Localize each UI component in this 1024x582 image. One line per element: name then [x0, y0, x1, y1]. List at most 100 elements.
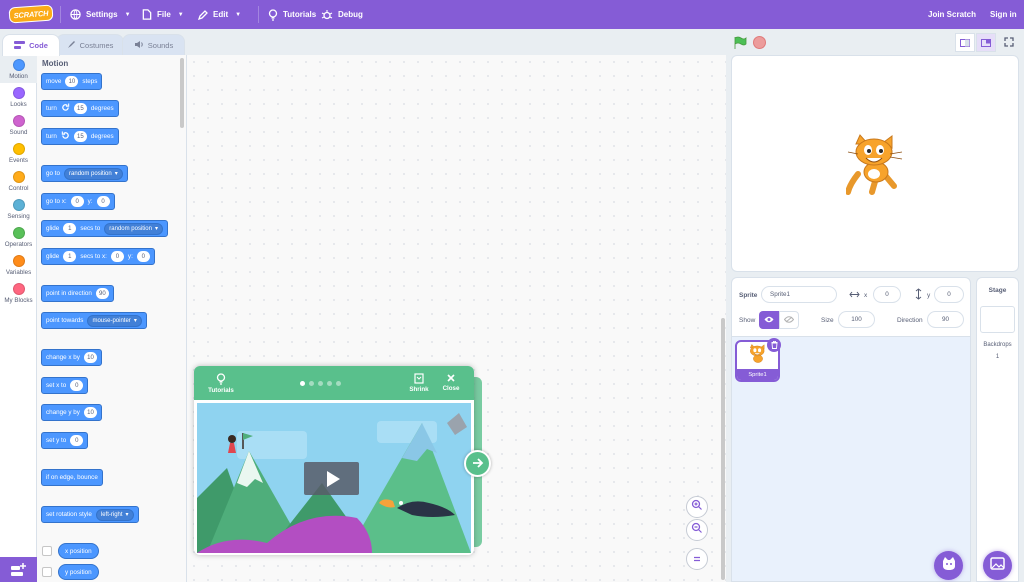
block-change-y[interactable]: change y by 10 — [41, 404, 102, 421]
scratch-logo[interactable]: SCRATCH — [8, 4, 54, 24]
direction-input[interactable]: 90 — [927, 311, 964, 328]
step-dot[interactable] — [336, 381, 341, 386]
block-point-direction[interactable]: point in direction 90 — [41, 285, 114, 302]
delete-sprite-button[interactable] — [767, 338, 781, 352]
next-step-button[interactable] — [464, 450, 491, 477]
block-dropdown[interactable]: random position ▾ — [104, 222, 163, 235]
edit-menu[interactable]: Edit ▼ — [198, 0, 241, 29]
direction-label: Direction — [897, 317, 923, 324]
category-motion[interactable]: Motion — [0, 55, 37, 83]
block-turn-right[interactable]: turn 15 degrees — [41, 100, 119, 117]
tab-costumes[interactable]: Costumes — [56, 34, 124, 56]
fullscreen-button[interactable] — [999, 33, 1019, 52]
category-looks[interactable]: Looks — [0, 83, 37, 111]
step-dot[interactable] — [318, 381, 323, 386]
step-dot[interactable] — [327, 381, 332, 386]
zoom-reset-button[interactable] — [686, 548, 708, 570]
join-scratch-link[interactable]: Join Scratch — [928, 0, 976, 29]
x-input[interactable]: 0 — [873, 286, 901, 303]
block-text: steps — [82, 78, 98, 85]
tab-code[interactable]: Code — [2, 34, 60, 56]
block-text: secs to x: — [80, 253, 107, 260]
close-button[interactable]: Close — [440, 373, 462, 392]
block-dropdown[interactable]: mouse-pointer ▾ — [87, 314, 142, 327]
hide-sprite-button[interactable] — [779, 311, 799, 329]
block-input[interactable]: 0 — [70, 435, 84, 446]
debug-label: Debug — [338, 10, 363, 19]
normal-stage-button[interactable] — [976, 33, 996, 52]
y-input[interactable]: 0 — [934, 286, 964, 303]
block-glide-to[interactable]: glide 1 secs to random position ▾ — [41, 220, 168, 237]
block-rotation-style[interactable]: set rotation style left-right ▾ — [41, 506, 139, 523]
block-input[interactable]: 0 — [110, 251, 124, 262]
add-extension-button[interactable] — [0, 557, 37, 582]
block-set-y[interactable]: set y to 0 — [41, 432, 89, 449]
block-input[interactable]: 0 — [70, 380, 84, 391]
block-input[interactable]: 15 — [73, 131, 87, 142]
block-x-position[interactable]: x position — [58, 543, 99, 559]
block-dropdown[interactable]: random position ▾ — [64, 167, 123, 180]
category-my-blocks[interactable]: My Blocks — [0, 279, 37, 307]
block-input[interactable]: 1 — [63, 251, 77, 262]
zoom-in-button[interactable] — [686, 496, 708, 518]
tutorial-video[interactable] — [197, 403, 471, 553]
block-y-position[interactable]: y position — [58, 564, 99, 580]
block-set-x[interactable]: set x to 0 — [41, 377, 89, 394]
category-operators[interactable]: Operators — [0, 223, 37, 251]
size-input[interactable]: 100 — [838, 311, 875, 328]
step-dot[interactable] — [309, 381, 314, 386]
y-position-checkbox[interactable] — [42, 567, 52, 577]
stage-target-panel[interactable]: Stage Backdrops 1 — [976, 277, 1019, 582]
block-point-towards[interactable]: point towards mouse-pointer ▾ — [41, 312, 147, 329]
step-dot[interactable] — [300, 381, 305, 386]
small-stage-button[interactable] — [955, 33, 975, 52]
block-change-x[interactable]: change x by 10 — [41, 349, 102, 366]
category-control[interactable]: Control — [0, 167, 37, 195]
zoom-out-button[interactable] — [686, 519, 708, 541]
palette-scrollbar[interactable] — [180, 58, 184, 128]
block-dropdown[interactable]: left-right ▾ — [95, 508, 134, 521]
debug-button[interactable]: Debug — [321, 0, 363, 29]
block-turn-left[interactable]: turn 15 degrees — [41, 128, 119, 145]
add-backdrop-icon — [990, 556, 1005, 575]
cat-sprite[interactable] — [846, 134, 906, 196]
block-input[interactable]: 10 — [83, 407, 97, 418]
block-input[interactable]: 15 — [73, 103, 87, 114]
green-flag-icon[interactable] — [733, 36, 747, 55]
stage-canvas[interactable] — [731, 55, 1019, 272]
sign-in-link[interactable]: Sign in — [990, 0, 1017, 29]
block-text: y: — [87, 198, 93, 205]
add-sprite-button[interactable] — [934, 551, 963, 580]
category-sound[interactable]: Sound — [0, 111, 37, 139]
block-input[interactable]: 0 — [70, 196, 84, 207]
block-glide-xy[interactable]: glide 1 secs to x: 0 y: 0 — [41, 248, 155, 265]
block-move-steps[interactable]: move 10 steps — [41, 73, 103, 90]
sprite-name-input[interactable]: Sprite1 — [761, 286, 837, 303]
block-input[interactable]: 10 — [65, 76, 79, 87]
category-label: Variables — [5, 269, 32, 276]
block-input[interactable]: 0 — [136, 251, 150, 262]
settings-menu[interactable]: Settings ▼ — [70, 0, 131, 29]
file-menu[interactable]: File ▼ — [142, 0, 184, 29]
block-input[interactable]: 90 — [95, 288, 109, 299]
block-go-to-xy[interactable]: go to x: 0 y: 0 — [41, 193, 115, 210]
category-events[interactable]: Events — [0, 139, 37, 167]
workspace-scrollbar[interactable] — [721, 318, 725, 580]
block-input[interactable]: 1 — [63, 223, 77, 234]
category-variables[interactable]: Variables — [0, 251, 37, 279]
shrink-button[interactable]: Shrink — [407, 373, 431, 393]
tutorials-library-button[interactable]: Tutorials — [207, 373, 235, 394]
tab-sounds[interactable]: Sounds — [122, 34, 185, 56]
x-position-checkbox[interactable] — [42, 546, 52, 556]
stage-thumbnail[interactable] — [980, 306, 1015, 333]
category-label: Control — [8, 185, 29, 192]
block-input[interactable]: 10 — [83, 352, 97, 363]
category-sensing[interactable]: Sensing — [0, 195, 37, 223]
block-go-to[interactable]: go to random position ▾ — [41, 165, 128, 182]
block-input[interactable]: 0 — [96, 196, 110, 207]
block-bounce[interactable]: if on edge, bounce — [41, 469, 103, 486]
choose-backdrop-button[interactable] — [983, 551, 1012, 580]
tutorials-button[interactable]: Tutorials — [268, 0, 316, 29]
show-sprite-button[interactable] — [759, 311, 779, 329]
stop-icon[interactable] — [753, 36, 766, 49]
